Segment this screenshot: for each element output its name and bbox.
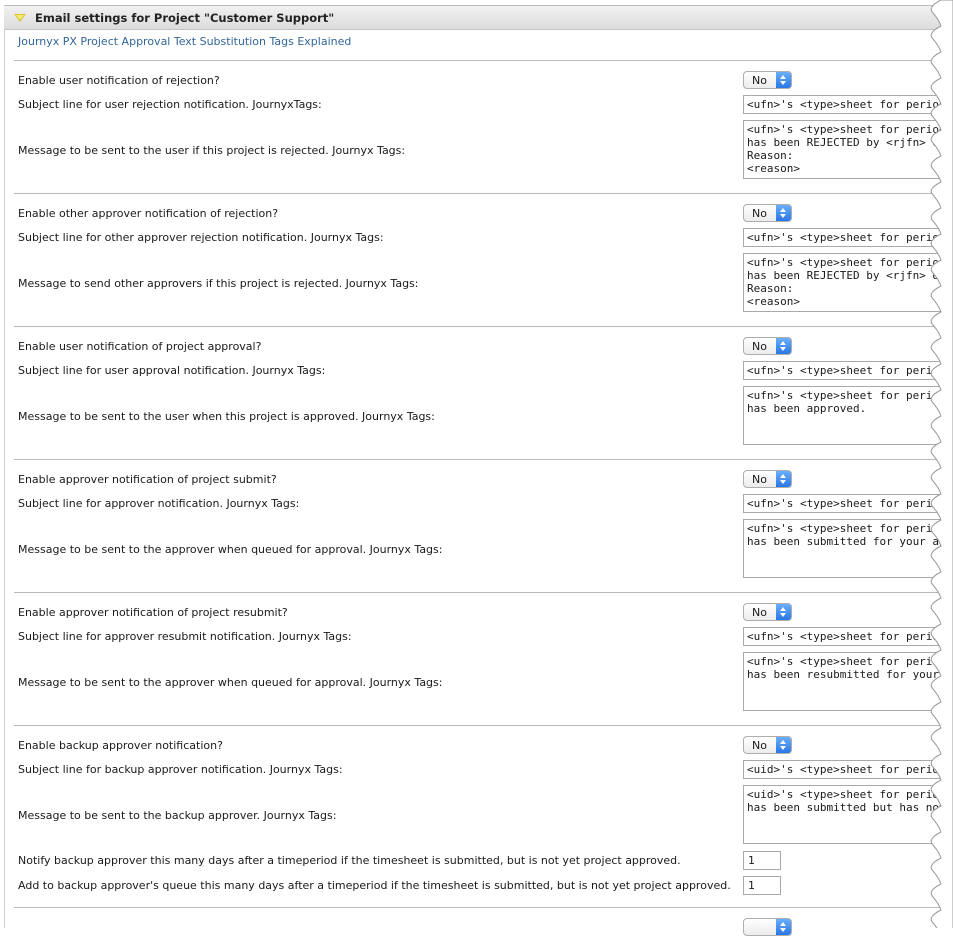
enable-notification-select[interactable]: No bbox=[743, 603, 792, 621]
message-textarea[interactable]: <ufn>'s <type>sheet for period <p has be… bbox=[743, 519, 953, 578]
enable-notification-label: Enable approver notification of project … bbox=[18, 606, 288, 619]
message-label: Message to send other approvers if this … bbox=[18, 277, 419, 290]
enable-notification-select[interactable]: No bbox=[743, 204, 792, 222]
message-label: Message to be sent to the user when this… bbox=[18, 410, 435, 423]
select-arrows-icon bbox=[776, 471, 791, 487]
section-divider bbox=[14, 907, 953, 908]
enable-notification-label: Enable backup approver notification? bbox=[18, 739, 223, 752]
tags-explained-link[interactable]: Journyx PX Project Approval Text Substit… bbox=[18, 35, 351, 48]
section-divider bbox=[14, 193, 953, 194]
queue-backup-days-label: Add to backup approver's queue this many… bbox=[18, 879, 731, 892]
collapse-triangle-icon[interactable] bbox=[14, 14, 26, 22]
enable-notification-label: Enable user notification of rejection? bbox=[18, 74, 220, 87]
message-textarea[interactable]: <ufn>'s <type>sheet for period <pr has b… bbox=[743, 253, 953, 312]
queue-backup-days-input[interactable]: 1 bbox=[743, 876, 781, 895]
section-title: Email settings for Project "Customer Sup… bbox=[35, 11, 335, 25]
next-enable-select[interactable] bbox=[743, 918, 792, 936]
subject-line-label: Subject line for backup approver notific… bbox=[18, 763, 343, 776]
message-textarea[interactable]: <uid>'s <type>sheet for period <pr has b… bbox=[743, 785, 953, 844]
select-value: No bbox=[752, 473, 767, 486]
select-arrows-icon bbox=[776, 72, 791, 88]
subject-line-input[interactable]: <uid>'s <type>sheet for period <p bbox=[743, 760, 953, 779]
enable-notification-label: Enable user notification of project appr… bbox=[18, 340, 262, 353]
subject-line-input[interactable]: <ufn>'s <type>sheet for period <p bbox=[743, 228, 953, 247]
section-header[interactable]: Email settings for Project "Customer Sup… bbox=[4, 5, 953, 30]
section-divider bbox=[14, 60, 953, 61]
notify-backup-days-input[interactable]: 1 bbox=[743, 851, 781, 870]
message-label: Message to be sent to the approver when … bbox=[18, 543, 443, 556]
subject-line-input[interactable]: <ufn>'s <type>sheet for period <pr bbox=[743, 95, 953, 114]
select-arrows-icon bbox=[776, 737, 791, 753]
subject-line-label: Subject line for user approval notificat… bbox=[18, 364, 326, 377]
section-divider bbox=[14, 592, 953, 593]
select-value: No bbox=[752, 207, 767, 220]
select-arrows-icon bbox=[776, 919, 791, 935]
enable-notification-label: Enable other approver notification of re… bbox=[18, 207, 279, 220]
message-label: Message to be sent to the user if this p… bbox=[18, 144, 406, 157]
subject-line-input[interactable]: <ufn>'s <type>sheet for period <pr bbox=[743, 494, 953, 513]
enable-notification-select[interactable]: No bbox=[743, 71, 792, 89]
select-value: No bbox=[752, 74, 767, 87]
section-divider bbox=[14, 326, 953, 327]
subject-line-label: Subject line for approver resubmit notif… bbox=[18, 630, 352, 643]
section-divider bbox=[14, 459, 953, 460]
message-textarea[interactable]: <ufn>'s <type>sheet for period <pr has b… bbox=[743, 386, 953, 445]
message-label: Message to be sent to the backup approve… bbox=[18, 809, 337, 822]
select-value: No bbox=[752, 340, 767, 353]
section-divider bbox=[14, 725, 953, 726]
notify-backup-days-label: Notify backup approver this many days af… bbox=[18, 854, 681, 867]
subject-line-input[interactable]: <ufn>'s <type>sheet for period <p bbox=[743, 361, 953, 380]
select-arrows-icon bbox=[776, 205, 791, 221]
message-label: Message to be sent to the approver when … bbox=[18, 676, 443, 689]
select-arrows-icon bbox=[776, 338, 791, 354]
message-textarea[interactable]: <ufn>'s <type>sheet for period <p has be… bbox=[743, 120, 953, 179]
enable-notification-label: Enable approver notification of project … bbox=[18, 473, 277, 486]
panel-left-border bbox=[4, 30, 5, 928]
subject-line-label: Subject line for user rejection notifica… bbox=[18, 98, 322, 111]
enable-notification-select[interactable]: No bbox=[743, 736, 792, 754]
subject-line-input[interactable]: <ufn>'s <type>sheet for period <pr bbox=[743, 627, 953, 646]
enable-notification-select[interactable]: No bbox=[743, 470, 792, 488]
select-value: No bbox=[752, 739, 767, 752]
torn-edge bbox=[930, 0, 953, 928]
subject-line-label: Subject line for other approver rejectio… bbox=[18, 231, 384, 244]
subject-line-label: Subject line for approver notification. … bbox=[18, 497, 300, 510]
message-textarea[interactable]: <ufn>'s <type>sheet for period <p has be… bbox=[743, 652, 953, 711]
email-settings-panel: Email settings for Project "Customer Sup… bbox=[0, 0, 953, 936]
enable-notification-select[interactable]: No bbox=[743, 337, 792, 355]
select-arrows-icon bbox=[776, 604, 791, 620]
select-value: No bbox=[752, 606, 767, 619]
